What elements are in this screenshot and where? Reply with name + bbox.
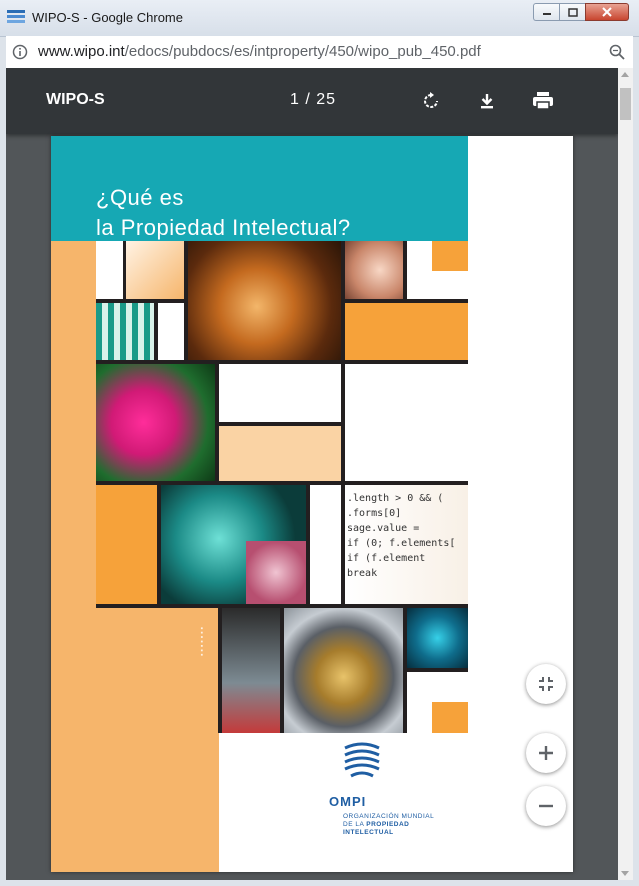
minimize-button[interactable] [533,3,559,21]
grid-block [345,303,468,360]
window-title: WIPO-S - Google Chrome [32,10,183,25]
teacup-photo [188,241,341,360]
cover-title: ¿Qué es la Propiedad Intelectual? [96,183,351,243]
org-line1: ORGANIZACIÓN MUNDIAL [343,813,435,820]
url-host: www.wipo.int [38,43,125,60]
scroll-up-arrow[interactable] [621,72,629,77]
code-text: .length > 0 && ( .forms[0] sage.value = … [347,493,456,579]
pdf-page: ¿Qué es la Propiedad Intelectual? .lengt… [51,136,573,872]
grid-block [96,241,123,299]
cover-header: ¿Qué es la Propiedad Intelectual? [51,136,468,241]
document-title: WIPO-S [46,91,105,108]
grid-block [158,303,184,360]
org-line2-bold: PROPIEDAD [366,821,410,828]
pixel-photo [96,303,154,360]
maximize-icon [567,7,578,17]
scroll-down-arrow[interactable] [621,871,629,876]
page-separator: / [305,91,311,108]
minimize-icon [542,13,551,15]
grid-block [96,485,157,604]
wipo-logo [344,742,380,778]
download-button[interactable] [473,87,501,115]
pdf-viewer: WIPO-S 1 / 25 ¿Qué es la Propiedad Intele… [6,68,633,880]
rotate-button[interactable] [417,87,445,115]
cover-vertical-text: ▪ ▪ ▪ ▪ ▪ ▪ ▪ [199,626,206,656]
pdf-toolbar: WIPO-S 1 / 25 [6,68,618,134]
ompi-label: OMPI [329,794,367,809]
lab-photo [222,608,280,733]
grid-block [432,702,468,733]
close-icon [602,7,612,17]
grid-block [310,485,341,604]
print-button[interactable] [529,87,557,115]
maximize-button[interactable] [559,3,585,21]
cover-image-grid: .length > 0 && ( .forms[0] sage.value = … [96,241,468,733]
molecule-photo [407,608,468,668]
url-text[interactable]: www.wipo.int/edocs/pubdocs/es/intpropert… [38,43,481,60]
grid-block [126,241,184,299]
scroll-thumb[interactable] [620,88,631,120]
cover-title-line2: la Propiedad Intelectual? [96,215,351,240]
cd-photo [345,241,403,299]
close-button[interactable] [585,3,629,21]
cover-title-line1: ¿Qué es [96,185,184,210]
grid-block [345,364,468,481]
search-icon[interactable] [609,44,625,60]
grid-block [219,426,341,481]
code-photo: .length > 0 && ( .forms[0] sage.value = … [345,485,468,604]
vertical-scrollbar[interactable] [618,68,633,880]
current-page[interactable]: 1 [290,91,300,108]
org-line2-prefix: DE LA [343,821,367,828]
zoom-out-button[interactable] [526,786,566,826]
org-name: ORGANIZACIÓN MUNDIAL DE LA PROPIEDAD INT… [343,813,434,837]
print-icon [533,92,553,110]
wipo-app-icon [7,10,25,23]
page-indicator: 1 / 25 [290,91,336,109]
globe-lower-photo [246,541,306,604]
window-titlebar[interactable]: WIPO-S - Google Chrome [0,0,639,37]
fit-to-page-icon [539,677,553,691]
zoom-in-icon [539,746,553,760]
url-path: /edocs/pubdocs/es/intproperty/450/wipo_p… [124,43,481,60]
watch-photo [284,608,403,733]
zoom-in-button[interactable] [526,733,566,773]
info-icon[interactable] [12,44,28,60]
total-pages: 25 [316,91,337,108]
download-icon [481,94,493,109]
microscope-photo [96,364,215,481]
grid-block [219,364,341,422]
fit-to-page-button[interactable] [526,664,566,704]
grid-block [432,241,468,271]
rotate-icon [424,92,438,108]
zoom-out-icon [539,804,553,808]
org-line3: INTELECTUAL [343,829,394,836]
address-bar[interactable]: www.wipo.int/edocs/pubdocs/es/intpropert… [6,36,633,69]
